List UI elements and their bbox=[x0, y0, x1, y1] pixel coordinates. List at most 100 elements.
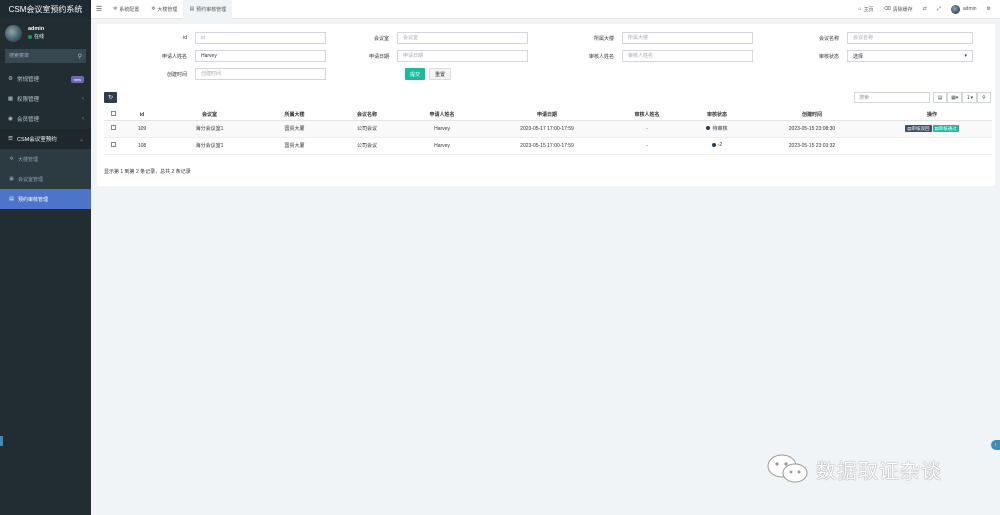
id-input[interactable] bbox=[195, 32, 326, 44]
sidebar-subitem-0[interactable]: ✲ 大楼管理 bbox=[0, 149, 91, 169]
menu-toggle-icon[interactable]: ☰ bbox=[91, 5, 107, 13]
fullscreen-icon[interactable]: ⤢ bbox=[932, 6, 946, 12]
column-header[interactable]: 操作 bbox=[872, 110, 992, 121]
tab-icon: ▤ bbox=[189, 6, 195, 12]
select-all-cell bbox=[104, 110, 122, 121]
building-input[interactable] bbox=[622, 32, 753, 44]
sidebar-item-label: 权限管理 bbox=[17, 97, 40, 103]
tab-label: 大楼管理 bbox=[157, 6, 178, 13]
reviewer-input[interactable] bbox=[622, 50, 753, 62]
select-all-checkbox[interactable] bbox=[110, 111, 116, 117]
column-header[interactable]: 所属大楼 bbox=[257, 110, 332, 121]
sidebar-subitem-label: 预约审核管理 bbox=[18, 196, 49, 203]
cell-status: -2 bbox=[682, 137, 752, 155]
status-dot-icon bbox=[706, 126, 711, 131]
home-icon: ⌂ bbox=[858, 6, 862, 12]
reset-button[interactable]: 重置 bbox=[429, 68, 452, 80]
user-panel: admin 在线 bbox=[0, 19, 91, 47]
caret-down-icon: ▾ bbox=[964, 53, 967, 59]
column-header[interactable]: 审核人姓名 bbox=[612, 110, 682, 121]
date-label: 申请日期 bbox=[368, 53, 389, 60]
column-header[interactable]: 会议室 bbox=[162, 110, 257, 121]
translate-icon[interactable]: ⇄ bbox=[918, 6, 932, 12]
cell-ops: ▤ 审核驳回 ▤ 审核通过 bbox=[872, 120, 992, 138]
download-icon: ↧▾ bbox=[966, 94, 973, 101]
submit-button[interactable]: 提交 bbox=[405, 68, 426, 80]
date-input[interactable] bbox=[397, 50, 528, 62]
reject-button[interactable]: ▤ 审核驳回 bbox=[905, 125, 932, 132]
app-title[interactable]: CSM会议室预约系统 bbox=[0, 0, 91, 19]
row-checkbox[interactable] bbox=[110, 142, 116, 147]
tab-label: 系统配置 bbox=[119, 6, 140, 13]
table-row[interactable]: 109 海分会议室1 国贸大厦 公司会议 Harvey 2023-05-17 17:00-… bbox=[104, 120, 992, 138]
column-header[interactable]: 审核状态 bbox=[682, 110, 752, 121]
row-select-cell bbox=[104, 120, 122, 138]
clear-cache-link[interactable]: ⌫ 清除缓存 bbox=[879, 6, 918, 13]
online-dot-icon bbox=[28, 34, 32, 39]
chevron-icon: ⌄ bbox=[78, 136, 84, 143]
status-dot-icon bbox=[711, 143, 716, 147]
column-header[interactable]: 申请人姓名 bbox=[402, 110, 482, 121]
export-button[interactable]: ↧▾ bbox=[962, 92, 977, 103]
sidebar-item-label: CSM会议室预约 bbox=[17, 137, 57, 143]
meeting-name-label: 会议名称 bbox=[818, 35, 839, 42]
sidebar-item-0[interactable]: ⚙ 常规管理 new bbox=[0, 69, 91, 89]
cell-created: 2023-05-15 23:08:30 bbox=[752, 120, 872, 138]
user-menu[interactable]: admin bbox=[946, 4, 982, 14]
user-circle-icon: ◉ bbox=[8, 116, 13, 122]
table-row[interactable]: 108 海分会议室1 国贸大厦 公司会议 Harvey 2023-05-15 17:00-… bbox=[104, 137, 992, 155]
tab-0[interactable]: ✲ 系统配置 bbox=[107, 0, 145, 19]
approve-button[interactable]: ▤ 审核通过 bbox=[932, 125, 959, 132]
cell-meeting: 公司会议 bbox=[332, 137, 402, 155]
advanced-search-button[interactable]: ⚲ bbox=[977, 92, 991, 103]
gear-icon: ✲ bbox=[9, 156, 14, 162]
sidebar-item-3[interactable]: ☰ CSM会议室预约 ⌄ bbox=[0, 129, 91, 149]
row-checkbox[interactable] bbox=[110, 125, 116, 130]
tab-1[interactable]: ✲ 大楼管理 bbox=[145, 0, 183, 19]
reviewer-label: 审核人姓名 bbox=[588, 53, 614, 60]
columns-button[interactable]: ▦▾ bbox=[947, 92, 963, 103]
column-header[interactable]: id bbox=[122, 110, 162, 121]
user-name: admin bbox=[28, 26, 45, 32]
room-input[interactable] bbox=[397, 32, 528, 44]
file-icon: ▤ bbox=[9, 196, 14, 202]
cell-date: 2023-05-17 17:00-17:59 bbox=[482, 120, 612, 138]
columns-icon: ▦▾ bbox=[951, 94, 959, 101]
sidebar-subitem-1[interactable]: ▣ 会议室管理 bbox=[0, 169, 91, 189]
wechat-logo-icon bbox=[767, 454, 808, 483]
sidebar-subitem-2[interactable]: ▤ 预约审核管理 bbox=[0, 189, 91, 209]
meeting-name-input[interactable] bbox=[847, 32, 973, 44]
building-label: 所属大楼 bbox=[593, 35, 614, 42]
toggle-view-button[interactable]: ▤ bbox=[933, 92, 948, 103]
cell-created: 2023-05-15 23:03:32 bbox=[752, 137, 872, 155]
sidebar-item-2[interactable]: ◉ 会员管理 ‹ bbox=[0, 109, 91, 129]
column-header[interactable]: 申请日期 bbox=[482, 110, 612, 121]
status-select[interactable]: 选择 ▾ bbox=[847, 50, 973, 62]
created-input[interactable] bbox=[195, 68, 326, 80]
data-table: id 会议室 所属大楼 会议名称 申请人姓名 申请日期 审核人姓名 审核状态 创建时间 操作 10… bbox=[104, 110, 992, 155]
cell-applicant: Harvey bbox=[402, 137, 482, 155]
column-header[interactable]: 会议名称 bbox=[332, 110, 402, 121]
trash-icon: ⌫ bbox=[883, 6, 891, 12]
applicant-input[interactable] bbox=[195, 50, 326, 62]
search-icon[interactable]: ⚲ bbox=[78, 53, 82, 60]
home-link[interactable]: ⌂ 主页 bbox=[854, 6, 879, 13]
cell-room: 海分会议室1 bbox=[162, 137, 257, 155]
settings-gear-icon[interactable]: ⚙ bbox=[982, 6, 996, 12]
sidebar-search-input[interactable] bbox=[9, 53, 69, 59]
new-badge: new bbox=[70, 75, 84, 83]
cell-reviewer: - bbox=[612, 137, 682, 155]
table-search-input[interactable] bbox=[854, 92, 931, 103]
left-edge-tab[interactable] bbox=[0, 436, 3, 446]
tab-label: 预约审核管理 bbox=[196, 6, 227, 13]
cell-id: 108 bbox=[122, 137, 162, 155]
float-toggle-button[interactable]: ‹ bbox=[991, 440, 1000, 450]
refresh-button[interactable]: ↻ bbox=[104, 92, 117, 103]
column-header[interactable]: 创建时间 bbox=[752, 110, 872, 121]
cell-reviewer: - bbox=[612, 120, 682, 138]
sidebar-item-label: 常规管理 bbox=[17, 77, 40, 83]
sidebar-item-1[interactable]: ▦ 权限管理 ‹ bbox=[0, 89, 91, 109]
tab-2[interactable]: ▤ 预约审核管理 bbox=[183, 0, 233, 19]
watermark-text: 数据取证杂谈 bbox=[816, 458, 942, 483]
list-icon: ▤ bbox=[937, 94, 943, 101]
